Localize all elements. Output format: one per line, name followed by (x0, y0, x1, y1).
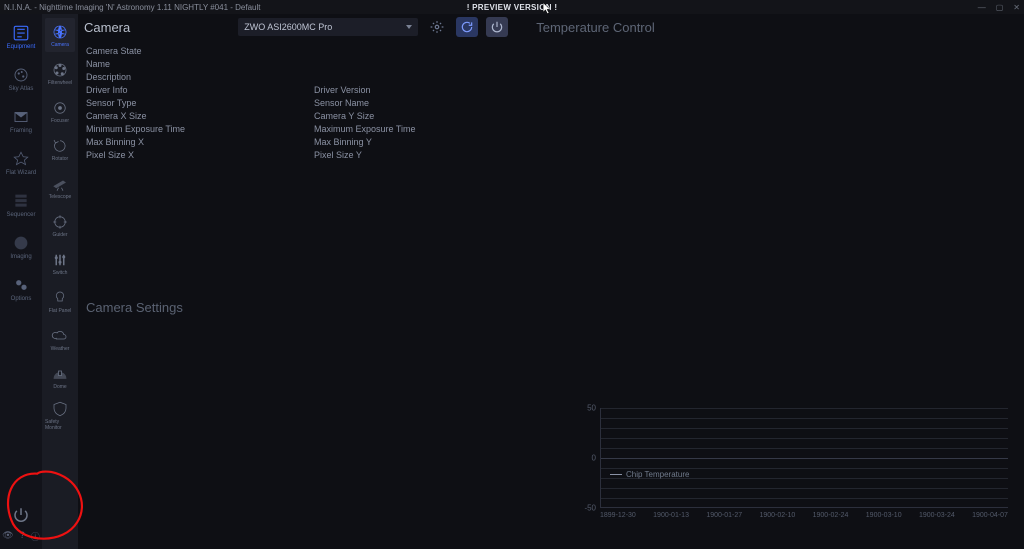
equip-tab-rotator[interactable]: Rotator (45, 132, 75, 166)
settings-button[interactable] (426, 17, 448, 37)
kv-label: Driver Info (86, 85, 128, 95)
reconnect-button[interactable] (456, 17, 478, 37)
tab-sequencer[interactable]: Sequencer (4, 188, 38, 222)
xtick: 1900-03-10 (866, 512, 902, 519)
tab-label: Flat Wizard (6, 170, 36, 176)
tab-framing[interactable]: Framing (4, 104, 38, 138)
kv-label: Max Binning X (86, 137, 144, 147)
chart-plot-area (600, 408, 1008, 508)
kv-label: Name (86, 59, 110, 69)
equip-tab-label: Flat Panel (49, 308, 72, 314)
tab-imaging[interactable]: Imaging (4, 230, 38, 264)
tab-flatwizard[interactable]: Flat Wizard (4, 146, 38, 180)
equip-tab-filterwheel[interactable]: Filterwheel (45, 56, 75, 90)
equip-tab-label: Filterwheel (48, 80, 72, 86)
kv-label: Driver Version (314, 85, 371, 95)
connect-all-power-button[interactable] (10, 504, 32, 526)
equip-tab-flatpanel[interactable]: Flat Panel (45, 284, 75, 318)
tab-equipment[interactable]: Equipment (4, 20, 38, 54)
equip-tab-weather[interactable]: Weather (45, 322, 75, 356)
legend-swatch (610, 474, 622, 475)
xtick: 1900-02-10 (759, 512, 795, 519)
xtick: 1900-01-13 (653, 512, 689, 519)
equipment-nav: Camera Filterwheel Focuser Rotator Teles… (42, 14, 78, 549)
equip-tab-label: Weather (51, 346, 70, 352)
preview-banner: ! PREVIEW VERSION ! (0, 3, 1024, 12)
equip-tab-switch[interactable]: Switch (45, 246, 75, 280)
xtick: 1900-04-07 (972, 512, 1008, 519)
eye-icon[interactable]: 👁 (2, 530, 13, 543)
xtick: 1899-12-30 (600, 512, 636, 519)
power-button[interactable] (486, 17, 508, 37)
tab-label: Equipment (7, 44, 36, 50)
camera-select-dropdown[interactable]: ZWO ASI2600MC Pro (238, 18, 418, 36)
kv-label: Max Binning Y (314, 137, 372, 147)
equip-tab-dome[interactable]: Dome (45, 360, 75, 394)
camera-select-value: ZWO ASI2600MC Pro (244, 22, 332, 32)
equip-tab-label: Dome (53, 384, 66, 390)
equip-tab-camera[interactable]: Camera (45, 18, 75, 52)
tab-label: Sequencer (6, 212, 35, 218)
equip-tab-label: Camera (51, 42, 69, 48)
kv-label: Pixel Size Y (314, 150, 362, 160)
camera-settings-title: Camera Settings (84, 300, 550, 315)
chart-x-axis: 1899-12-30 1900-01-13 1900-01-27 1900-02… (600, 512, 1008, 519)
legend-label: Chip Temperature (626, 470, 689, 479)
tab-options[interactable]: Options (4, 272, 38, 306)
kv-label: Camera Y Size (314, 111, 374, 121)
info-icon[interactable]: ⓘ (31, 530, 40, 543)
equip-tab-label: Guider (52, 232, 67, 238)
equip-tab-label: Safety Monitor (45, 419, 75, 431)
camera-info-grid: Camera State Name Description Driver Inf… (84, 44, 550, 160)
equip-tab-focuser[interactable]: Focuser (45, 94, 75, 128)
kv-label: Description (86, 72, 131, 82)
kv-label: Camera X Size (86, 111, 147, 121)
ytick: 50 (576, 404, 596, 413)
xtick: 1900-02-24 (813, 512, 849, 519)
chart-legend: Chip Temperature (610, 470, 689, 479)
main-nav: Equipment Sky Atlas Framing Flat Wizard … (0, 14, 42, 549)
help-icon[interactable]: ? (20, 530, 25, 543)
ytick: 0 (576, 454, 596, 463)
page-title: Camera (84, 20, 130, 35)
content: Camera ZWO ASI2600MC Pro Temperature Con… (78, 14, 1024, 549)
ytick: -50 (576, 504, 596, 513)
tab-label: Framing (10, 128, 32, 134)
kv-label: Minimum Exposure Time (86, 124, 185, 134)
equip-tab-safetymonitor[interactable]: Safety Monitor (45, 398, 75, 432)
equip-tab-label: Focuser (51, 118, 69, 124)
temperature-control-title: Temperature Control (536, 20, 655, 35)
xtick: 1900-03-24 (919, 512, 955, 519)
kv-label: Pixel Size X (86, 150, 134, 160)
equip-tab-label: Rotator (52, 156, 68, 162)
equip-tab-label: Switch (53, 270, 68, 276)
tab-label: Sky Atlas (9, 86, 34, 92)
equip-tab-label: Telescope (49, 194, 72, 200)
tab-skyatlas[interactable]: Sky Atlas (4, 62, 38, 96)
equip-tab-guider[interactable]: Guider (45, 208, 75, 242)
tab-label: Options (11, 296, 32, 302)
kv-label: Camera State (86, 46, 142, 56)
kv-label: Sensor Name (314, 98, 369, 108)
xtick: 1900-01-27 (706, 512, 742, 519)
title-bar: N.I.N.A. - Nighttime Imaging 'N' Astrono… (0, 0, 1024, 14)
temperature-chart: 50 0 -50 Chip Temperature (576, 408, 1012, 538)
kv-label: Maximum Exposure Time (314, 124, 416, 134)
tab-label: Imaging (10, 254, 31, 260)
kv-label: Sensor Type (86, 98, 136, 108)
equip-tab-telescope[interactable]: Telescope (45, 170, 75, 204)
